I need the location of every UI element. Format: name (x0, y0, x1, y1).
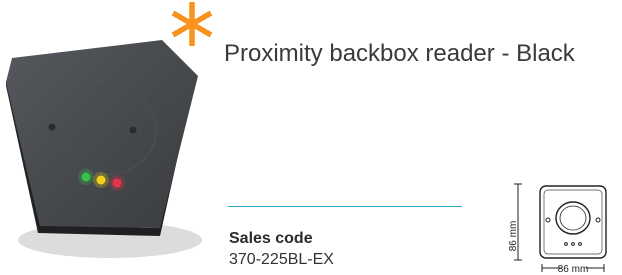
dimension-height-label: 86 mm (508, 221, 519, 252)
dimension-drawing: 86 mm 86 mm (508, 183, 607, 275)
dimension-width-label: 86 mm (558, 264, 589, 275)
product-title: Proximity backbox reader - Black (224, 40, 575, 67)
asterisk-icon (171, 2, 213, 46)
sales-code-label: Sales code (229, 230, 313, 247)
screw-left (48, 123, 56, 131)
screw-right (129, 126, 137, 134)
sales-code-value: 370-225BL-EX (229, 251, 334, 268)
divider-line (228, 206, 462, 207)
product-photo (6, 40, 202, 258)
